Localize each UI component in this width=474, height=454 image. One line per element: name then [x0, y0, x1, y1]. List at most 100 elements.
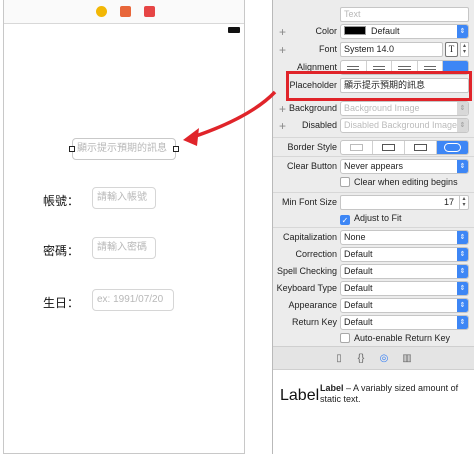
- min-font-size-field[interactable]: 17 ▴ ▾: [340, 195, 469, 210]
- checkbox-icon: [340, 333, 350, 343]
- color-popup[interactable]: Default ⇕: [340, 24, 469, 39]
- background-value: Background Image: [344, 103, 420, 113]
- plus-icon[interactable]: +: [279, 25, 286, 39]
- border-rounded-icon[interactable]: [437, 141, 468, 154]
- disabled-label: Disabled: [301, 120, 337, 130]
- chevron-down-icon: ⇕: [457, 299, 468, 312]
- library-tab-bar: ▯ {} ◎ ▥: [273, 346, 474, 370]
- stepper-icon[interactable]: ▴ ▾: [459, 196, 468, 209]
- correction-label: Correction: [295, 249, 337, 259]
- view-controller-scene[interactable]: 顯示提示預期的訊息 帳號： 請輸入帳號 密碼： 請輸入密碼 生日： ex: 19…: [3, 0, 245, 454]
- spell-checking-label: Spell Checking: [276, 266, 337, 276]
- circle-icon[interactable]: ◎: [377, 352, 391, 365]
- return-key-value: Default: [344, 317, 373, 327]
- auto-enable-return-key-checkbox[interactable]: Auto-enable Return Key: [340, 333, 450, 343]
- checkbox-icon: [340, 177, 350, 187]
- birthday-label: 生日：: [43, 296, 80, 310]
- chevron-down-icon: ⇕: [457, 102, 468, 115]
- spell-checking-value: Default: [344, 266, 373, 276]
- border-none-icon[interactable]: [341, 141, 373, 154]
- clear-editing-row: Clear when editing begins: [273, 176, 474, 193]
- border-line-icon[interactable]: [373, 141, 405, 154]
- chevron-down-icon: ⇕: [457, 265, 468, 278]
- chevron-down-icon: ⇕: [457, 231, 468, 244]
- font-picker-icon[interactable]: T: [445, 42, 458, 57]
- appearance-row: Appearance Default ⇕: [273, 298, 474, 315]
- min-font-size-label: Min Font Size: [281, 197, 337, 207]
- library-item-description: Label – A variably sized amount of stati…: [320, 383, 470, 405]
- chevron-down-icon: ⇕: [457, 25, 468, 38]
- color-value: Default: [371, 26, 400, 36]
- return-key-label: Return Key: [291, 317, 337, 327]
- birthday-field[interactable]: ex: 1991/07/20: [92, 289, 174, 311]
- password-field-placeholder: 請輸入密碼: [97, 242, 147, 253]
- color-swatch: [344, 26, 366, 35]
- font-size-stepper[interactable]: ▴ ▾: [460, 42, 469, 57]
- adjust-to-fit-checkbox[interactable]: ✓ Adjust to Fit: [340, 213, 402, 225]
- status-bar: [4, 24, 244, 38]
- color-label: Color: [315, 26, 337, 36]
- keyboard-type-popup[interactable]: Default ⇕: [340, 281, 469, 296]
- ruler-icon[interactable]: ▥: [400, 352, 414, 365]
- braces-icon[interactable]: {}: [354, 352, 368, 365]
- placeholder-text-field[interactable]: 顯示提示預期的訊息: [72, 138, 176, 160]
- disabled-row: + Disabled Disabled Background Image ⇕: [273, 118, 474, 135]
- exit-icon[interactable]: [144, 6, 155, 17]
- spell-checking-row: Spell Checking Default ⇕: [273, 264, 474, 281]
- birthday-field-placeholder: ex: 1991/07/20: [97, 294, 164, 305]
- appearance-label: Appearance: [288, 300, 337, 310]
- object-library: Label Label – A variably sized amount of…: [273, 370, 474, 454]
- border-style-label: Border Style: [287, 142, 337, 152]
- return-key-popup[interactable]: Default ⇕: [340, 315, 469, 330]
- placeholder-highlight-box: [286, 71, 472, 101]
- clear-button-row: Clear Button Never appears ⇕: [273, 159, 474, 176]
- capitalization-label: Capitalization: [282, 232, 337, 242]
- disabled-value: Disabled Background Image: [344, 120, 458, 130]
- chevron-down-icon: ⇕: [457, 316, 468, 329]
- disabled-popup[interactable]: Disabled Background Image ⇕: [340, 118, 469, 133]
- battery-icon: [228, 27, 240, 33]
- text-field-placeholder: Text: [344, 9, 361, 19]
- font-label: Font: [318, 44, 337, 54]
- chevron-down-icon: ⇕: [457, 248, 468, 261]
- account-field-placeholder: 請輸入帳號: [97, 192, 147, 203]
- account-field[interactable]: 請輸入帳號: [92, 187, 156, 209]
- plus-icon[interactable]: +: [279, 102, 286, 116]
- min-font-size-row: Min Font Size 17 ▴ ▾: [273, 195, 474, 212]
- clear-when-editing-label: Clear when editing begins: [354, 177, 458, 187]
- background-popup[interactable]: Background Image ⇕: [340, 101, 469, 116]
- border-style-segmented-control[interactable]: [340, 140, 469, 155]
- font-field[interactable]: System 14.0: [340, 42, 443, 57]
- view-controller-icon[interactable]: [96, 6, 107, 17]
- keyboard-type-label: Keyboard Type: [276, 283, 337, 293]
- capitalization-value: None: [344, 232, 366, 242]
- file-icon[interactable]: ▯: [332, 352, 346, 365]
- divider: [273, 137, 474, 138]
- divider: [273, 192, 474, 193]
- appearance-popup[interactable]: Default ⇕: [340, 298, 469, 313]
- chevron-down-icon: ⇕: [457, 119, 468, 132]
- resize-handle-right[interactable]: [173, 146, 179, 152]
- plus-icon[interactable]: +: [279, 119, 286, 133]
- capitalization-popup[interactable]: None ⇕: [340, 230, 469, 245]
- spell-checking-popup[interactable]: Default ⇕: [340, 264, 469, 279]
- clear-button-value: Never appears: [344, 161, 404, 171]
- correction-popup[interactable]: Default ⇕: [340, 247, 469, 262]
- password-label: 密碼：: [43, 244, 80, 258]
- text-field[interactable]: Text: [340, 7, 469, 22]
- plus-icon[interactable]: +: [279, 43, 286, 57]
- chevron-down-icon: ⇕: [457, 282, 468, 295]
- clear-when-editing-checkbox[interactable]: Clear when editing begins: [340, 177, 458, 187]
- account-label: 帳號：: [43, 194, 80, 208]
- min-font-size-value: 17: [443, 197, 454, 207]
- background-label: Background: [288, 103, 337, 113]
- first-responder-icon[interactable]: [120, 6, 131, 17]
- password-field[interactable]: 請輸入密碼: [92, 237, 156, 259]
- text-row: Text: [273, 7, 474, 24]
- library-item-title[interactable]: Label: [280, 387, 319, 405]
- divider: [273, 156, 474, 157]
- clear-button-popup[interactable]: Never appears ⇕: [340, 159, 469, 174]
- resize-handle-left[interactable]: [69, 146, 75, 152]
- border-bezel-icon[interactable]: [405, 141, 437, 154]
- library-item-name: Label: [320, 383, 344, 393]
